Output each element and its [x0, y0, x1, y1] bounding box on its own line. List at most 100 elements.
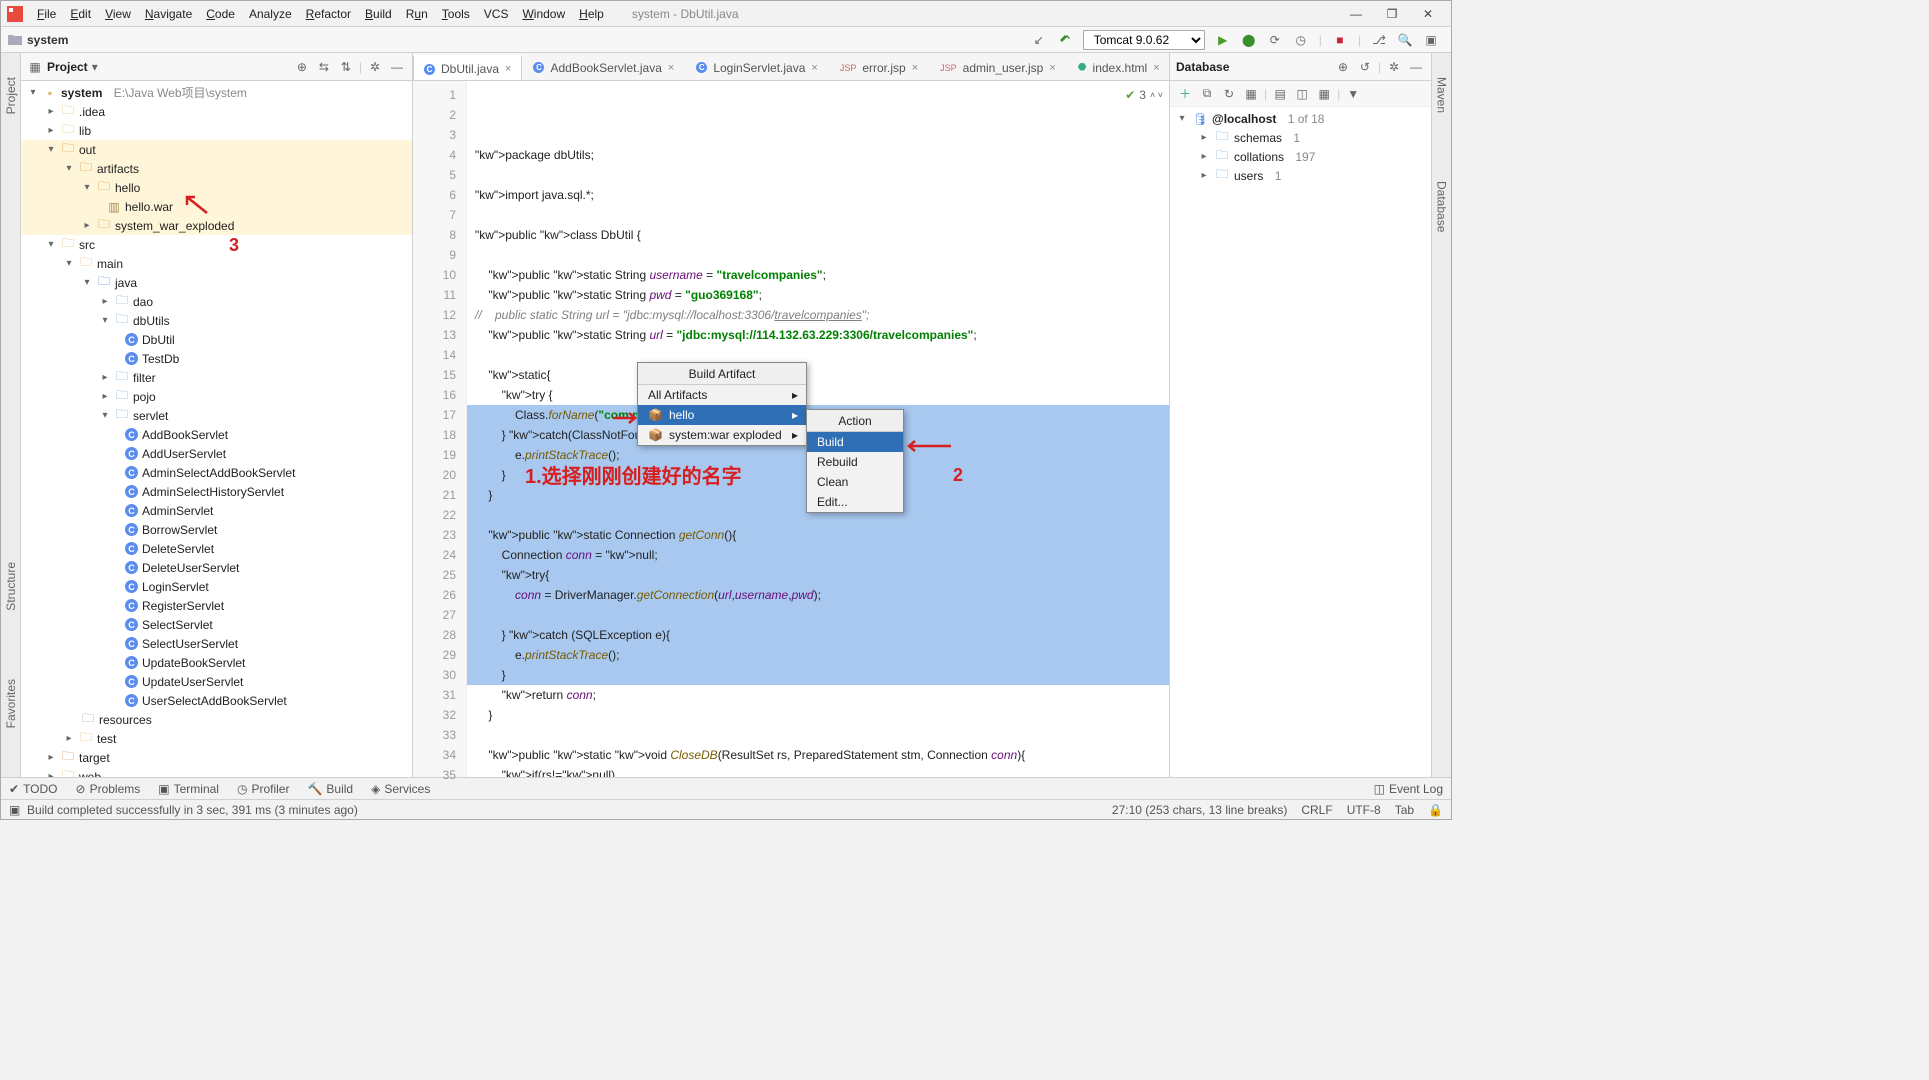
duplicate-icon[interactable]: ⧉	[1198, 85, 1216, 103]
tab-profiler[interactable]: ◷Profiler	[237, 782, 290, 796]
run-config-select[interactable]: Tomcat 9.0.62	[1083, 30, 1205, 50]
stop-icon[interactable]: ▦	[1242, 85, 1260, 103]
hide-icon[interactable]: —	[388, 58, 406, 76]
console-icon[interactable]: ▤	[1271, 85, 1289, 103]
breadcrumb[interactable]: system	[7, 32, 68, 48]
code-line[interactable]: "kw">public "kw">class DbUtil {	[467, 225, 1169, 245]
tree-class-node[interactable]: CAdminSelectAddBookServlet	[21, 463, 412, 482]
back-icon[interactable]: ↙	[1031, 32, 1047, 48]
collapse-icon[interactable]: ⇅	[337, 58, 355, 76]
code-line[interactable]: e.printStackTrace();	[467, 645, 1169, 665]
search-icon[interactable]: 🔍	[1397, 32, 1413, 48]
editor-tab[interactable]: CLoginServlet.java×	[685, 54, 829, 80]
tab-project[interactable]: Project	[2, 73, 20, 118]
build-hammer-icon[interactable]	[1057, 32, 1073, 48]
code-line[interactable]: "kw">try{	[467, 565, 1169, 585]
status-line-sep[interactable]: CRLF	[1301, 803, 1332, 817]
popup-item-system-war[interactable]: 📦system:war exploded▸	[638, 425, 806, 445]
code-line[interactable]	[467, 725, 1169, 745]
code-line[interactable]: conn = DriverManager.getConnection(url,u…	[467, 585, 1169, 605]
locate-icon[interactable]: ⊕	[293, 58, 311, 76]
code-line[interactable]: } "kw">catch (SQLException e){	[467, 625, 1169, 645]
tab-favorites[interactable]: Favorites	[2, 675, 20, 732]
tab-structure[interactable]: Structure	[2, 558, 20, 615]
code-line[interactable]	[467, 205, 1169, 225]
code-line[interactable]: "kw">public "kw">static Connection getCo…	[467, 525, 1169, 545]
editor-tab[interactable]: ⬣index.html×	[1067, 54, 1169, 80]
close-button[interactable]: ✕	[1419, 5, 1437, 23]
close-tab-icon[interactable]: ×	[1049, 62, 1055, 74]
debug-icon[interactable]: ⬤	[1241, 32, 1257, 48]
tree-class-node[interactable]: CLoginServlet	[21, 577, 412, 596]
tree-class-node[interactable]: CUserSelectAddBookServlet	[21, 691, 412, 710]
menu-tools[interactable]: Tools	[436, 5, 476, 23]
tree-class-node[interactable]: CUpdateBookServlet	[21, 653, 412, 672]
add-icon[interactable]: ＋	[1176, 85, 1194, 103]
tab-maven[interactable]: Maven	[1433, 73, 1451, 117]
settings-icon[interactable]: ▣	[1423, 32, 1439, 48]
diagram-icon[interactable]: ◫	[1293, 85, 1311, 103]
tree-class-node[interactable]: CSelectUserServlet	[21, 634, 412, 653]
tree-class-node[interactable]: CAddBookServlet	[21, 425, 412, 444]
popup-item-edit[interactable]: Edit...	[807, 492, 903, 512]
menu-window[interactable]: Window	[516, 5, 571, 23]
git-icon[interactable]: ⎇	[1371, 32, 1387, 48]
close-tab-icon[interactable]: ×	[1153, 62, 1159, 74]
code-line[interactable]: "kw">return conn;	[467, 685, 1169, 705]
run-icon[interactable]: ▶	[1215, 32, 1231, 48]
menu-refactor[interactable]: Refactor	[300, 5, 357, 23]
close-tab-icon[interactable]: ×	[912, 62, 918, 74]
code-line[interactable]: "kw">public "kw">static String url = "jd…	[467, 325, 1169, 345]
code-line[interactable]: "kw">import java.sql.*;	[467, 185, 1169, 205]
tree-class-node[interactable]: CAddUserServlet	[21, 444, 412, 463]
menu-file[interactable]: File	[31, 5, 62, 23]
tab-build[interactable]: 🔨Build	[307, 782, 353, 796]
menu-vcs[interactable]: VCS	[478, 5, 515, 23]
menu-run[interactable]: Run	[400, 5, 434, 23]
minimize-button[interactable]: —	[1347, 5, 1365, 23]
tab-problems[interactable]: ⊘Problems	[76, 782, 141, 796]
close-tab-icon[interactable]: ×	[668, 62, 674, 74]
tree-class-node[interactable]: CBorrowServlet	[21, 520, 412, 539]
tab-database[interactable]: Database	[1433, 177, 1451, 236]
popup-item-clean[interactable]: Clean	[807, 472, 903, 492]
expand-icon[interactable]: ⇆	[315, 58, 333, 76]
status-lock-icon[interactable]: 🔒	[1428, 803, 1443, 817]
editor-tab[interactable]: JSPerror.jsp×	[829, 54, 929, 80]
editor-tab[interactable]: JSPadmin_user.jsp×	[929, 54, 1067, 80]
popup-item-all-artifacts[interactable]: All Artifacts▸	[638, 385, 806, 405]
menu-edit[interactable]: Edit	[64, 5, 97, 23]
tree-class-node[interactable]: CDeleteUserServlet	[21, 558, 412, 577]
project-tree[interactable]: ▾▪system E:\Java Web项目\system ▸🗀.idea ▸🗀…	[21, 81, 412, 777]
tab-todo[interactable]: ✔TODO	[9, 782, 58, 796]
code-line[interactable]	[467, 165, 1169, 185]
menu-view[interactable]: View	[99, 5, 137, 23]
code-line[interactable]: "kw">public "kw">static String username …	[467, 265, 1169, 285]
code-line[interactable]	[467, 605, 1169, 625]
code-line[interactable]: "kw">if(rs!="kw">null)	[467, 765, 1169, 777]
tab-eventlog[interactable]: ◫Event Log	[1374, 782, 1443, 796]
tree-class-node[interactable]: CAdminSelectHistoryServlet	[21, 482, 412, 501]
code-line[interactable]: "kw">public "kw">static "kw">void CloseD…	[467, 745, 1169, 765]
editor-tab[interactable]: CDbUtil.java×	[413, 55, 522, 81]
database-tree[interactable]: ▾🛢@localhost 1 of 18 ▸🗀schemas 1 ▸🗀colla…	[1170, 107, 1431, 777]
popup-item-hello[interactable]: 📦hello▸	[638, 405, 806, 425]
menu-code[interactable]: Code	[200, 5, 241, 23]
maximize-button[interactable]: ❐	[1383, 5, 1401, 23]
tab-terminal[interactable]: ▣Terminal	[158, 782, 219, 796]
inspections-ok-icon[interactable]: ✔	[1125, 85, 1135, 105]
status-caret-position[interactable]: 27:10 (253 chars, 13 line breaks)	[1112, 803, 1287, 817]
coverage-icon[interactable]: ⟳	[1267, 32, 1283, 48]
code-line[interactable]	[467, 245, 1169, 265]
ddl-icon[interactable]: ▦	[1315, 85, 1333, 103]
code-line[interactable]: }	[467, 705, 1169, 725]
locate-icon[interactable]: ⊕	[1334, 58, 1352, 76]
popup-item-rebuild[interactable]: Rebuild	[807, 452, 903, 472]
status-tool-windows-icon[interactable]: ▣	[9, 803, 20, 817]
tree-class-node[interactable]: CAdminServlet	[21, 501, 412, 520]
code-line[interactable]: Connection conn = "kw">null;	[467, 545, 1169, 565]
popup-item-build[interactable]: Build	[807, 432, 903, 452]
status-encoding[interactable]: UTF-8	[1347, 803, 1381, 817]
code-line[interactable]: "kw">try {	[467, 385, 1169, 405]
profile-icon[interactable]: ◷	[1293, 32, 1309, 48]
